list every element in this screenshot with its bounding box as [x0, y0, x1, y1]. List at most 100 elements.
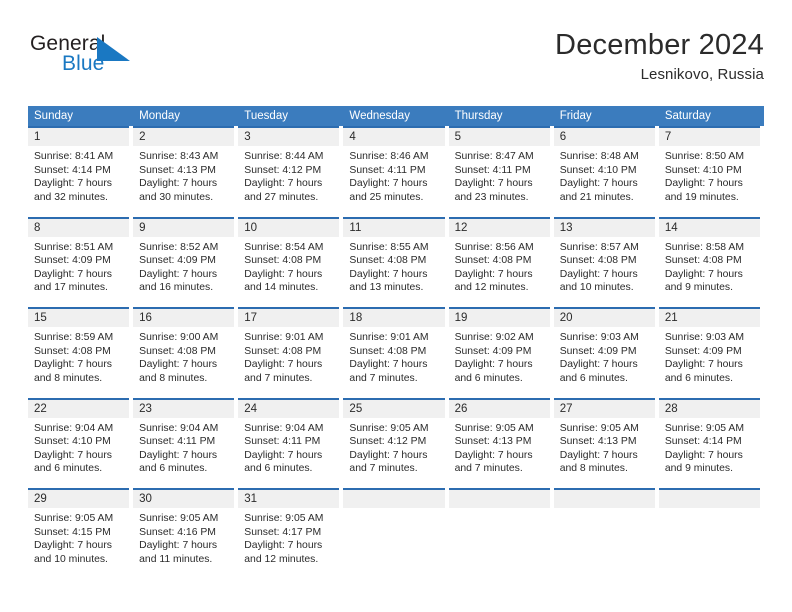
day-cell[interactable]: 28 Sunrise: 9:05 AM Sunset: 4:14 PM Dayl…: [658, 397, 764, 488]
day-cell[interactable]: 30 Sunrise: 9:05 AM Sunset: 4:16 PM Dayl…: [133, 488, 238, 579]
day-number: 14: [658, 218, 760, 237]
day-cell[interactable]: 25 Sunrise: 9:05 AM Sunset: 4:12 PM Dayl…: [343, 397, 448, 488]
daylight-text-line1: Daylight: 7 hours: [349, 268, 428, 280]
day-details: Sunrise: 9:05 AM Sunset: 4:13 PM Dayligh…: [449, 418, 550, 476]
sunset-text: Sunset: 4:09 PM: [34, 255, 111, 267]
sunset-text: Sunset: 4:08 PM: [34, 345, 111, 357]
general-blue-logo[interactable]: General Blue: [28, 32, 228, 88]
sunset-text: Sunset: 4:13 PM: [559, 436, 637, 448]
day-cell[interactable]: 4 Sunrise: 8:46 AM Sunset: 4:11 PM Dayli…: [343, 126, 448, 217]
day-number: 25: [343, 399, 445, 418]
sunset-text: Sunset: 4:08 PM: [664, 255, 742, 267]
day-details: Sunrise: 9:04 AM Sunset: 4:11 PM Dayligh…: [238, 418, 339, 476]
daylight-text-line2: and 8 minutes.: [559, 463, 628, 475]
day-cell[interactable]: 26 Sunrise: 9:05 AM Sunset: 4:13 PM Dayl…: [448, 397, 554, 488]
day-cell[interactable]: 21 Sunrise: 9:03 AM Sunset: 4:09 PM Dayl…: [658, 307, 764, 398]
daylight-text-line1: Daylight: 7 hours: [559, 178, 638, 190]
day-cell[interactable]: 7 Sunrise: 8:50 AM Sunset: 4:10 PM Dayli…: [658, 126, 764, 217]
day-cell[interactable]: 3 Sunrise: 8:44 AM Sunset: 4:12 PM Dayli…: [238, 126, 343, 217]
sunset-text: Sunset: 4:13 PM: [454, 436, 532, 448]
day-number: 8: [28, 218, 130, 237]
weekday-header-monday: Monday: [139, 110, 181, 122]
day-details: Sunrise: 8:44 AM Sunset: 4:12 PM Dayligh…: [238, 146, 339, 204]
day-cell[interactable]: 27 Sunrise: 9:05 AM Sunset: 4:13 PM Dayl…: [553, 397, 659, 488]
day-cell[interactable]: 12 Sunrise: 8:56 AM Sunset: 4:08 PM Dayl…: [448, 216, 554, 307]
weekday-header-sunday: Sunday: [34, 110, 74, 122]
day-cell[interactable]: 11 Sunrise: 8:55 AM Sunset: 4:08 PM Dayl…: [343, 216, 448, 307]
day-number: 28: [658, 399, 760, 418]
day-number: 17: [238, 309, 340, 327]
sunrise-sunset-calendar: Sunday Monday Tuesday Wednesday Thursday…: [28, 106, 764, 579]
day-details: Sunrise: 8:41 AM Sunset: 4:14 PM Dayligh…: [28, 146, 129, 204]
day-details: Sunrise: 9:05 AM Sunset: 4:12 PM Dayligh…: [343, 418, 444, 476]
day-cell[interactable]: 8 Sunrise: 8:51 AM Sunset: 4:09 PM Dayli…: [28, 216, 133, 307]
day-cell[interactable]: 10 Sunrise: 8:54 AM Sunset: 4:08 PM Dayl…: [238, 216, 343, 307]
sunrise-text: Sunrise: 8:56 AM: [454, 241, 534, 253]
day-details: Sunrise: 8:56 AM Sunset: 4:08 PM Dayligh…: [449, 237, 550, 295]
weekday-header-tuesday: Tuesday: [244, 110, 288, 122]
sunrise-text: Sunrise: 9:01 AM: [349, 332, 429, 343]
day-details: Sunrise: 8:48 AM Sunset: 4:10 PM Dayligh…: [554, 146, 655, 204]
day-details: Sunrise: 9:01 AM Sunset: 4:08 PM Dayligh…: [343, 327, 444, 385]
day-cell[interactable]: 9 Sunrise: 8:52 AM Sunset: 4:09 PM Dayli…: [133, 216, 238, 307]
day-number: 27: [553, 399, 655, 418]
day-cell[interactable]: 22 Sunrise: 9:04 AM Sunset: 4:10 PM Dayl…: [28, 397, 133, 488]
day-details: Sunrise: 8:43 AM Sunset: 4:13 PM Dayligh…: [133, 146, 234, 204]
day-number: 10: [238, 218, 340, 237]
day-cell[interactable]: 20 Sunrise: 9:03 AM Sunset: 4:09 PM Dayl…: [553, 307, 659, 398]
day-number: 11: [343, 218, 445, 237]
day-cell[interactable]: 23 Sunrise: 9:04 AM Sunset: 4:11 PM Dayl…: [133, 397, 238, 488]
day-cell[interactable]: 5 Sunrise: 8:47 AM Sunset: 4:11 PM Dayli…: [448, 126, 554, 217]
daylight-text-line2: and 8 minutes.: [34, 372, 103, 384]
daylight-text-line1: Daylight: 7 hours: [244, 359, 323, 371]
sunset-text: Sunset: 4:12 PM: [349, 436, 427, 448]
sunset-text: Sunset: 4:08 PM: [244, 255, 322, 267]
day-cell[interactable]: 2 Sunrise: 8:43 AM Sunset: 4:13 PM Dayli…: [133, 126, 238, 217]
day-cell[interactable]: 1 Sunrise: 8:41 AM Sunset: 4:14 PM Dayli…: [28, 126, 133, 217]
day-cell[interactable]: 29 Sunrise: 9:05 AM Sunset: 4:15 PM Dayl…: [28, 488, 133, 579]
daylight-text-line1: Daylight: 7 hours: [139, 449, 218, 461]
day-cell[interactable]: 14 Sunrise: 8:58 AM Sunset: 4:08 PM Dayl…: [658, 216, 764, 307]
day-cell[interactable]: 6 Sunrise: 8:48 AM Sunset: 4:10 PM Dayli…: [553, 126, 659, 217]
day-cell[interactable]: 16 Sunrise: 9:00 AM Sunset: 4:08 PM Dayl…: [133, 307, 238, 398]
day-number: 4: [343, 128, 445, 146]
day-number: 2: [133, 128, 235, 146]
day-cell[interactable]: 18 Sunrise: 9:01 AM Sunset: 4:08 PM Dayl…: [343, 307, 448, 398]
day-number: 15: [28, 309, 130, 327]
day-number: 31: [238, 490, 340, 508]
day-cell-empty: [448, 488, 554, 579]
day-cell[interactable]: 13 Sunrise: 8:57 AM Sunset: 4:08 PM Dayl…: [553, 216, 659, 307]
day-details: Sunrise: 8:52 AM Sunset: 4:09 PM Dayligh…: [133, 237, 234, 295]
day-cell[interactable]: 15 Sunrise: 8:59 AM Sunset: 4:08 PM Dayl…: [28, 307, 133, 398]
sunrise-text: Sunrise: 8:51 AM: [34, 241, 114, 253]
weekday-header-saturday: Saturday: [664, 110, 711, 122]
day-number: 22: [28, 399, 130, 418]
sunrise-text: Sunrise: 9:05 AM: [349, 422, 429, 434]
day-cell[interactable]: 17 Sunrise: 9:01 AM Sunset: 4:08 PM Dayl…: [238, 307, 343, 398]
day-details: Sunrise: 9:04 AM Sunset: 4:10 PM Dayligh…: [28, 418, 129, 476]
day-details: Sunrise: 9:05 AM Sunset: 4:17 PM Dayligh…: [238, 508, 339, 566]
daylight-text-line1: Daylight: 7 hours: [349, 359, 428, 371]
daylight-text-line1: Daylight: 7 hours: [454, 268, 533, 280]
daylight-text-line1: Daylight: 7 hours: [559, 449, 638, 461]
daylight-text-line2: and 21 minutes.: [559, 191, 634, 203]
day-details: Sunrise: 8:46 AM Sunset: 4:11 PM Dayligh…: [343, 146, 444, 204]
sunrise-text: Sunrise: 8:58 AM: [664, 241, 744, 253]
day-number: 20: [553, 309, 655, 327]
day-details: Sunrise: 9:02 AM Sunset: 4:09 PM Dayligh…: [449, 327, 550, 385]
daylight-text-line1: Daylight: 7 hours: [559, 268, 638, 280]
day-number: 18: [343, 309, 445, 327]
daylight-text-line2: and 32 minutes.: [34, 191, 108, 203]
day-cell[interactable]: 24 Sunrise: 9:04 AM Sunset: 4:11 PM Dayl…: [238, 397, 343, 488]
daylight-text-line2: and 25 minutes.: [349, 191, 424, 203]
sunrise-text: Sunrise: 8:54 AM: [244, 241, 324, 253]
daylight-text-line1: Daylight: 7 hours: [664, 359, 743, 371]
day-cell[interactable]: 31 Sunrise: 9:05 AM Sunset: 4:17 PM Dayl…: [238, 488, 343, 579]
daylight-text-line2: and 12 minutes.: [454, 282, 529, 294]
daylight-text-line2: and 9 minutes.: [664, 282, 734, 294]
day-details: Sunrise: 9:05 AM Sunset: 4:15 PM Dayligh…: [28, 508, 129, 566]
sunset-text: Sunset: 4:14 PM: [664, 436, 742, 448]
day-cell[interactable]: 19 Sunrise: 9:02 AM Sunset: 4:09 PM Dayl…: [448, 307, 554, 398]
sunset-text: Sunset: 4:08 PM: [454, 255, 532, 267]
sunset-text: Sunset: 4:08 PM: [139, 345, 216, 357]
